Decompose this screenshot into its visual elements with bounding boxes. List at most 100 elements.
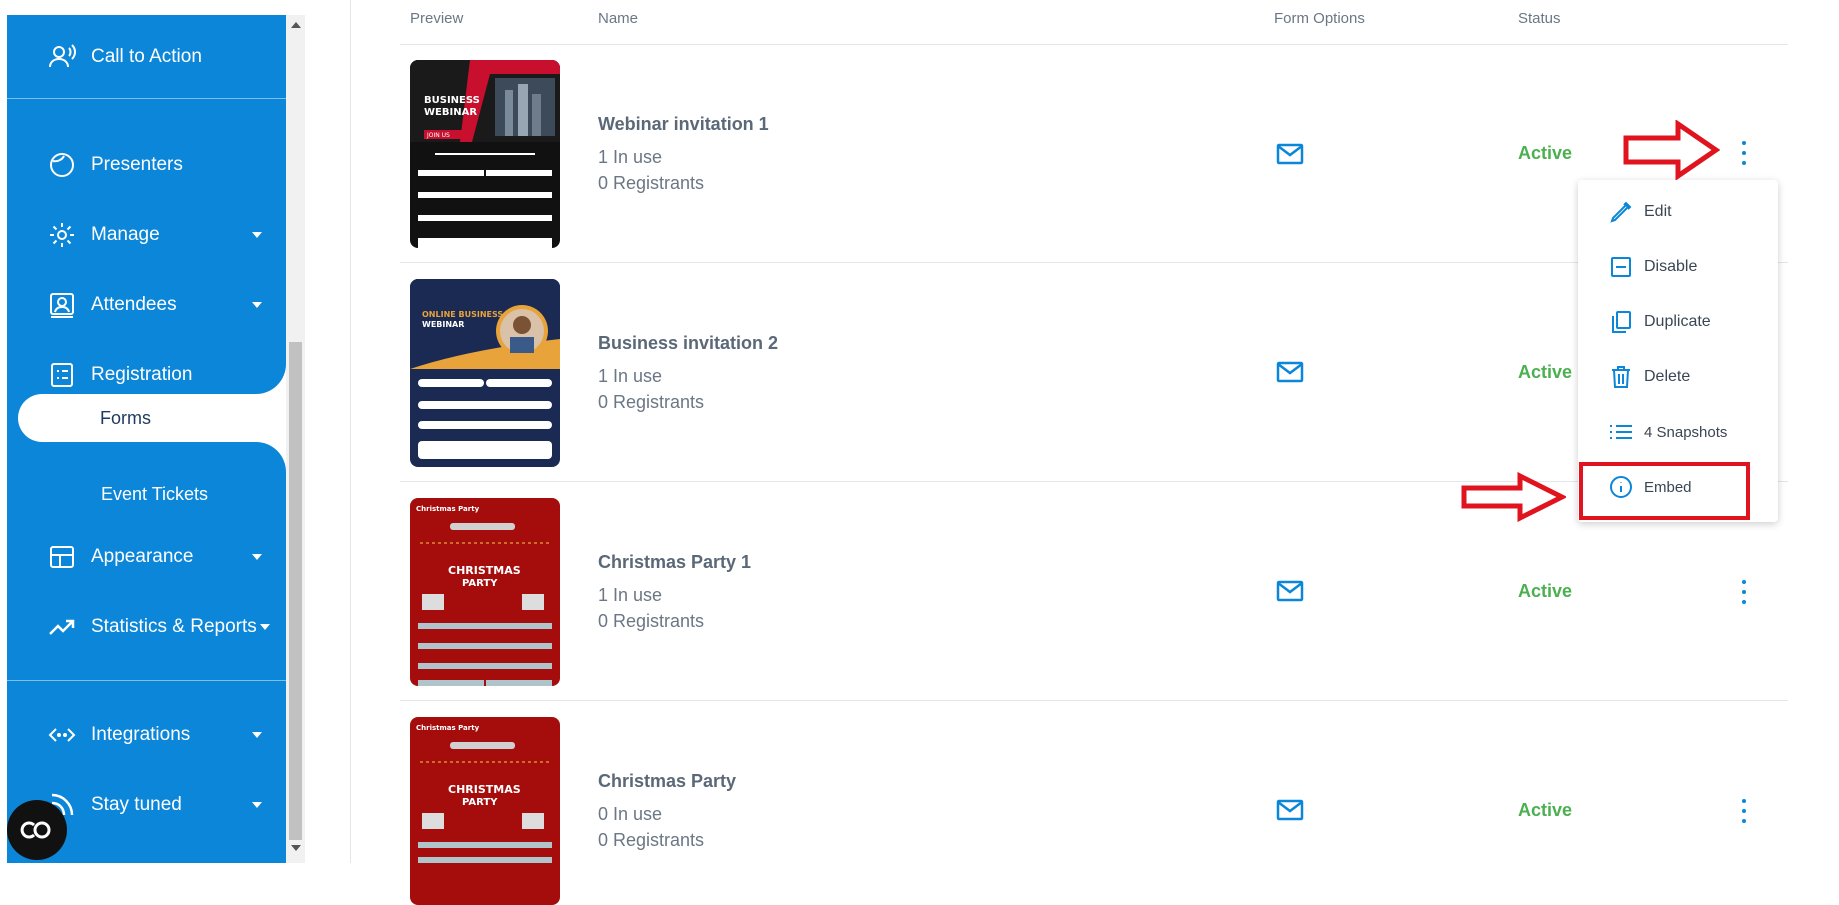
sidebar-subitem-forms[interactable]: Forms bbox=[18, 394, 288, 442]
chevron-down-icon bbox=[252, 732, 262, 738]
form-registrants: 0 Registrants bbox=[598, 173, 705, 193]
form-in-use: 1 In use bbox=[598, 147, 663, 167]
chevron-down-icon bbox=[252, 802, 262, 808]
menu-item-label: Disable bbox=[1644, 258, 1698, 275]
form-preview-thumbnail[interactable]: BUSINESS WEBINAR JOIN US bbox=[410, 60, 560, 248]
form-registrants: 0 Registrants bbox=[598, 392, 705, 412]
menu-item-label: 4 Snapshots bbox=[1644, 423, 1728, 441]
integrations-icon bbox=[47, 720, 77, 750]
form-registrants: 0 Registrants bbox=[598, 611, 705, 631]
sidebar-item-label: Manage bbox=[91, 224, 160, 245]
sidebar-item-call-to-action[interactable]: Call to Action bbox=[7, 29, 286, 85]
mail-icon[interactable] bbox=[1276, 361, 1304, 383]
svg-text:Christmas Party: Christmas Party bbox=[416, 505, 480, 513]
form-preview-thumbnail[interactable]: Christmas Party CHRISTMAS PARTY bbox=[410, 717, 560, 905]
menu-item-delete[interactable]: Delete bbox=[1578, 357, 1778, 397]
sidebar-item-label: Attendees bbox=[91, 294, 177, 315]
form-in-use: 1 In use bbox=[598, 585, 663, 605]
scroll-up-arrow-icon[interactable] bbox=[291, 22, 301, 28]
sidebar-item-label: Registration bbox=[91, 364, 193, 385]
chevron-down-icon bbox=[252, 302, 262, 308]
svg-text:CHRISTMAS: CHRISTMAS bbox=[448, 564, 521, 577]
sidebar-divider bbox=[7, 680, 286, 681]
form-preview-thumbnail[interactable]: ONLINE BUSINESS WEBINAR bbox=[410, 279, 560, 467]
gear-icon bbox=[47, 220, 77, 250]
svg-text:WEBINAR: WEBINAR bbox=[422, 320, 464, 329]
menu-item-edit[interactable]: Edit bbox=[1578, 192, 1778, 232]
scroll-down-arrow-icon[interactable] bbox=[291, 845, 301, 851]
disable-icon bbox=[1608, 254, 1634, 280]
appearance-icon bbox=[47, 542, 77, 572]
menu-item-disable[interactable]: Disable bbox=[1578, 247, 1778, 287]
menu-item-label: Delete bbox=[1644, 368, 1691, 385]
column-header-name: Name bbox=[598, 10, 639, 27]
mail-icon[interactable] bbox=[1276, 799, 1304, 821]
svg-text:WEBINAR: WEBINAR bbox=[424, 107, 477, 118]
sidebar-item-label: Statistics & Reports bbox=[91, 616, 257, 637]
list-icon bbox=[1608, 419, 1634, 445]
form-name[interactable]: Webinar invitation 1 bbox=[598, 114, 769, 135]
svg-text:PARTY: PARTY bbox=[462, 797, 498, 808]
sidebar-divider bbox=[7, 98, 286, 99]
trash-icon bbox=[1608, 364, 1634, 390]
form-registrants: 0 Registrants bbox=[598, 830, 705, 850]
status-badge: Active bbox=[1518, 362, 1573, 382]
svg-text:Christmas Party: Christmas Party bbox=[416, 724, 480, 732]
chevron-down-icon bbox=[252, 554, 262, 560]
chevron-down-icon bbox=[260, 624, 270, 630]
menu-item-label: Duplicate bbox=[1644, 313, 1711, 330]
sidebar-item-integrations[interactable]: Integrations bbox=[7, 707, 286, 763]
sidebar-item-attendees[interactable]: Attendees bbox=[7, 277, 286, 333]
form-name[interactable]: Christmas Party 1 bbox=[598, 552, 751, 573]
menu-item-duplicate[interactable]: Duplicate bbox=[1578, 302, 1778, 342]
chat-button[interactable] bbox=[7, 800, 67, 860]
svg-text:BUSINESS: BUSINESS bbox=[424, 95, 480, 106]
mail-icon[interactable] bbox=[1276, 580, 1304, 602]
column-header-status: Status bbox=[1518, 10, 1561, 27]
row-divider bbox=[400, 700, 1788, 701]
header-divider bbox=[400, 44, 1788, 45]
more-options-icon[interactable] bbox=[1736, 141, 1752, 165]
svg-text:CHRISTMAS: CHRISTMAS bbox=[448, 783, 521, 796]
sidebar-subitem-label: Forms bbox=[100, 407, 151, 428]
column-header-preview: Preview bbox=[410, 10, 464, 27]
sidebar-item-statistics-reports[interactable]: Statistics & Reports bbox=[7, 599, 286, 655]
form-in-use: 1 In use bbox=[598, 366, 663, 386]
chat-logo-icon bbox=[20, 821, 51, 839]
duplicate-icon bbox=[1608, 309, 1634, 335]
menu-item-snapshots[interactable]: 4 Snapshots bbox=[1578, 412, 1778, 452]
sidebar-item-appearance[interactable]: Appearance bbox=[7, 529, 286, 585]
form-name[interactable]: Business invitation 2 bbox=[598, 333, 778, 354]
status-badge: Active bbox=[1518, 800, 1573, 820]
chevron-down-icon bbox=[252, 232, 262, 238]
status-badge: Active bbox=[1518, 143, 1573, 163]
more-options-icon[interactable] bbox=[1736, 799, 1752, 823]
form-in-use: 0 In use bbox=[598, 804, 663, 824]
presenters-icon bbox=[47, 150, 77, 180]
sidebar-item-manage[interactable]: Manage bbox=[7, 207, 286, 263]
mail-icon[interactable] bbox=[1276, 143, 1304, 165]
trending-up-icon bbox=[47, 612, 77, 642]
sidebar-subitem-event-tickets[interactable]: Event Tickets bbox=[101, 484, 208, 505]
sidebar-item-label: Presenters bbox=[91, 154, 183, 175]
attendees-icon bbox=[47, 290, 77, 320]
scrollbar-thumb[interactable] bbox=[289, 342, 302, 840]
svg-text:ONLINE BUSINESS: ONLINE BUSINESS bbox=[422, 310, 503, 319]
form-preview-thumbnail[interactable]: Christmas Party CHRISTMAS PARTY bbox=[410, 498, 560, 686]
annotation-arrow-icon bbox=[1461, 472, 1566, 522]
more-options-icon[interactable] bbox=[1736, 580, 1752, 604]
annotation-arrow-icon bbox=[1623, 120, 1720, 180]
sidebar-item-presenters[interactable]: Presenters bbox=[7, 137, 286, 193]
sidebar-item-label: Stay tuned bbox=[91, 794, 182, 815]
annotation-highlight-box bbox=[1579, 462, 1750, 520]
status-badge: Active bbox=[1518, 581, 1573, 601]
form-name[interactable]: Christmas Party bbox=[598, 771, 736, 792]
sidebar-item-label: Appearance bbox=[91, 546, 194, 567]
sidebar-item-label: Integrations bbox=[91, 724, 191, 745]
sidebar-item-label: Call to Action bbox=[91, 46, 202, 67]
svg-text:PARTY: PARTY bbox=[462, 578, 498, 589]
menu-item-label: Edit bbox=[1644, 203, 1672, 220]
registration-icon bbox=[47, 360, 77, 390]
call-to-action-icon bbox=[47, 42, 77, 72]
pencil-icon bbox=[1608, 199, 1634, 225]
